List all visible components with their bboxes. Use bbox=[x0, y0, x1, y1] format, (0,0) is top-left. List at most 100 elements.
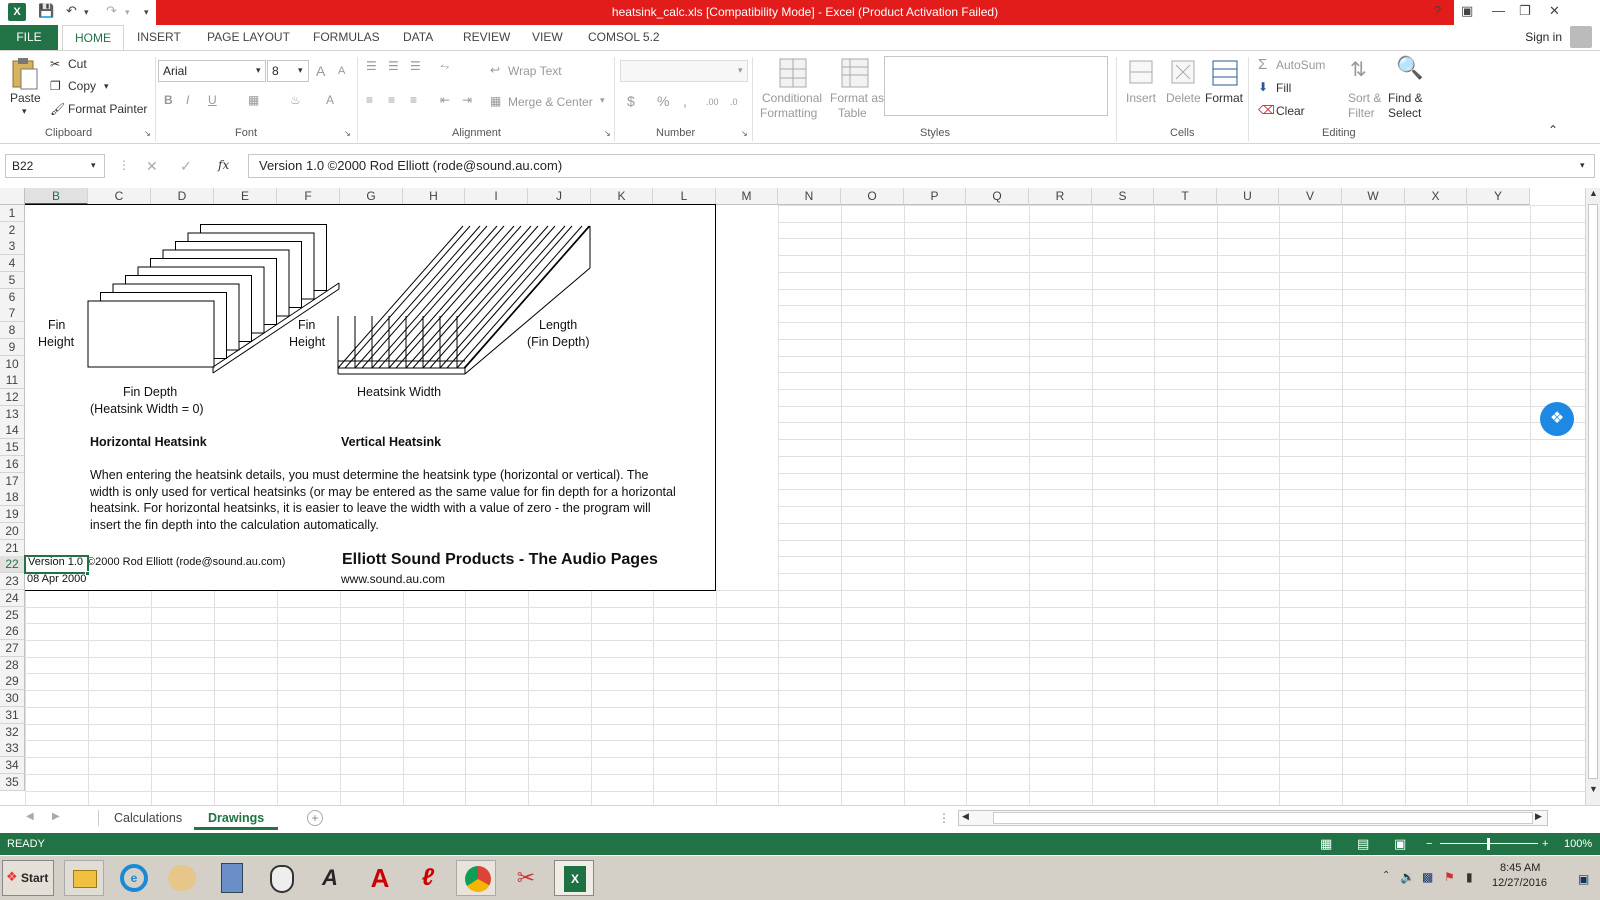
wrap-text-button[interactable]: Wrap Text bbox=[508, 64, 562, 78]
tab-comsol[interactable]: COMSOL 5.2 bbox=[588, 25, 660, 50]
delete-cells-icon[interactable] bbox=[1170, 57, 1196, 87]
enter-entry-button[interactable]: ✓ bbox=[180, 158, 192, 175]
decrease-indent-icon[interactable]: ⇤ bbox=[440, 93, 450, 107]
show-desktop-icon[interactable]: ▣ bbox=[1578, 872, 1589, 886]
column-header[interactable]: H bbox=[403, 188, 465, 205]
column-header[interactable]: B bbox=[25, 188, 88, 205]
row-header[interactable]: 14 bbox=[0, 422, 25, 439]
autocad-2015-icon[interactable]: A bbox=[310, 860, 350, 896]
close-button[interactable]: ✕ bbox=[1549, 3, 1560, 19]
customize-qat-icon[interactable]: ▾ bbox=[144, 7, 149, 18]
horizontal-scrollbar[interactable]: ◀ ▶ bbox=[958, 810, 1548, 826]
expand-formula-bar-icon[interactable]: ▾ bbox=[1580, 160, 1585, 171]
zoom-in-button[interactable]: + bbox=[1542, 833, 1548, 855]
format-cells-icon[interactable] bbox=[1211, 57, 1239, 87]
row-header[interactable]: 15 bbox=[0, 439, 25, 456]
row-header[interactable]: 16 bbox=[0, 456, 25, 473]
column-header[interactable]: F bbox=[277, 188, 340, 205]
chrome-icon[interactable] bbox=[456, 860, 496, 896]
merge-center-button[interactable]: Merge & Center bbox=[508, 95, 593, 109]
row-header[interactable]: 9 bbox=[0, 339, 25, 356]
clock-date[interactable]: 12/27/2016 bbox=[1492, 877, 1547, 889]
cut-button[interactable]: Cut bbox=[68, 57, 87, 71]
next-sheet-icon[interactable]: ▶ bbox=[52, 811, 60, 822]
underline-button[interactable]: U bbox=[208, 93, 217, 107]
copy-button[interactable]: Copy bbox=[68, 79, 96, 93]
row-header[interactable]: 3 bbox=[0, 238, 25, 255]
clipboard-launcher-icon[interactable]: ↘ bbox=[144, 129, 151, 138]
format-as-table-icon[interactable] bbox=[840, 57, 870, 89]
font-launcher-icon[interactable]: ↘ bbox=[344, 129, 351, 138]
new-sheet-button[interactable]: + bbox=[307, 810, 323, 826]
format-button[interactable]: Format bbox=[1205, 91, 1243, 105]
column-header[interactable]: G bbox=[340, 188, 403, 205]
vertical-scrollbar[interactable]: ▲ ▼ bbox=[1585, 188, 1600, 805]
find-select-button[interactable]: Find & bbox=[1388, 91, 1423, 105]
insert-button[interactable]: Insert bbox=[1126, 91, 1156, 105]
zoom-level[interactable]: 100% bbox=[1564, 833, 1592, 855]
column-header[interactable]: U bbox=[1217, 188, 1279, 205]
sort-filter-icon[interactable]: ⇅ bbox=[1350, 57, 1367, 82]
tab-home[interactable]: HOME bbox=[62, 25, 124, 50]
row-header[interactable]: 7 bbox=[0, 305, 25, 322]
orientation-icon[interactable]: ⥊ bbox=[440, 59, 450, 74]
sort-filter-button[interactable]: Sort & bbox=[1348, 91, 1381, 105]
align-left-icon[interactable]: ≡ bbox=[366, 93, 373, 107]
row-header[interactable]: 30 bbox=[0, 690, 25, 707]
fill-color-icon[interactable]: ♨ bbox=[290, 93, 301, 107]
scroll-down-icon[interactable]: ▼ bbox=[1589, 784, 1598, 794]
insert-cells-icon[interactable] bbox=[1128, 57, 1154, 87]
paint-icon[interactable] bbox=[162, 860, 202, 896]
merge-dropdown-icon[interactable]: ▾ bbox=[600, 95, 605, 106]
row-header[interactable]: 19 bbox=[0, 506, 25, 523]
column-header[interactable]: I bbox=[465, 188, 528, 205]
column-header[interactable]: O bbox=[841, 188, 904, 205]
row-header[interactable]: 1 bbox=[0, 205, 25, 222]
row-header[interactable]: 4 bbox=[0, 255, 25, 272]
paste-dropdown-icon[interactable]: ▾ bbox=[22, 106, 27, 117]
name-box[interactable]: B22 bbox=[5, 154, 105, 178]
insert-function-button[interactable]: fx bbox=[218, 158, 229, 172]
font-name-select[interactable]: Arial bbox=[158, 60, 266, 82]
snipping-tool-icon[interactable]: ✂ bbox=[506, 860, 546, 896]
increase-indent-icon[interactable]: ⇥ bbox=[462, 93, 472, 107]
conditional-formatting-icon[interactable] bbox=[778, 57, 808, 89]
tray-expand-icon[interactable]: ⌃ bbox=[1382, 870, 1390, 881]
alignment-launcher-icon[interactable]: ↘ bbox=[604, 129, 611, 138]
autosum-icon[interactable]: Σ bbox=[1258, 56, 1267, 73]
autocad-icon[interactable]: A bbox=[360, 860, 400, 896]
row-header[interactable]: 2 bbox=[0, 222, 25, 239]
fill-handle[interactable] bbox=[85, 571, 90, 576]
format-painter-icon[interactable]: 🖌 bbox=[50, 102, 65, 116]
clear-button[interactable]: Clear bbox=[1276, 104, 1305, 118]
find-select-icon[interactable]: 🔍 bbox=[1396, 55, 1423, 81]
align-bottom-icon[interactable]: ☰ bbox=[410, 59, 421, 73]
column-header[interactable]: J bbox=[528, 188, 591, 205]
clock-time[interactable]: 8:45 AM bbox=[1500, 862, 1540, 874]
row-header[interactable]: 23 bbox=[0, 573, 25, 590]
ribbon-display-icon[interactable]: ▣ bbox=[1461, 3, 1473, 19]
column-header[interactable]: N bbox=[778, 188, 841, 205]
shrink-font-button[interactable]: A bbox=[338, 65, 345, 77]
row-header[interactable]: 31 bbox=[0, 707, 25, 724]
select-all-corner[interactable] bbox=[0, 188, 25, 205]
column-header[interactable]: T bbox=[1154, 188, 1217, 205]
delete-button[interactable]: Delete bbox=[1166, 91, 1201, 105]
excel-taskbar-icon[interactable]: X bbox=[554, 860, 594, 896]
row-header[interactable]: 21 bbox=[0, 540, 25, 557]
font-size-dropdown-icon[interactable]: ▾ bbox=[298, 65, 303, 76]
power-icon[interactable]: ▮ bbox=[1466, 870, 1473, 884]
page-break-view-icon[interactable]: ▣ bbox=[1394, 833, 1406, 855]
tab-split-handle-icon[interactable]: ⋮ bbox=[938, 811, 950, 825]
autosum-button[interactable]: AutoSum bbox=[1276, 58, 1325, 72]
bold-button[interactable]: B bbox=[164, 93, 173, 107]
row-header[interactable]: 33 bbox=[0, 740, 25, 757]
grow-font-button[interactable]: A bbox=[316, 63, 325, 79]
row-header[interactable]: 28 bbox=[0, 657, 25, 674]
column-header[interactable]: K bbox=[591, 188, 653, 205]
scroll-right-icon[interactable]: ▶ bbox=[1535, 811, 1542, 822]
redo-dropdown-icon[interactable]: ▾ bbox=[125, 7, 130, 18]
h-scroll-thumb[interactable] bbox=[993, 812, 1533, 824]
number-format-dropdown-icon[interactable]: ▾ bbox=[738, 65, 743, 76]
format-as-table-button[interactable]: Format as bbox=[830, 91, 884, 105]
